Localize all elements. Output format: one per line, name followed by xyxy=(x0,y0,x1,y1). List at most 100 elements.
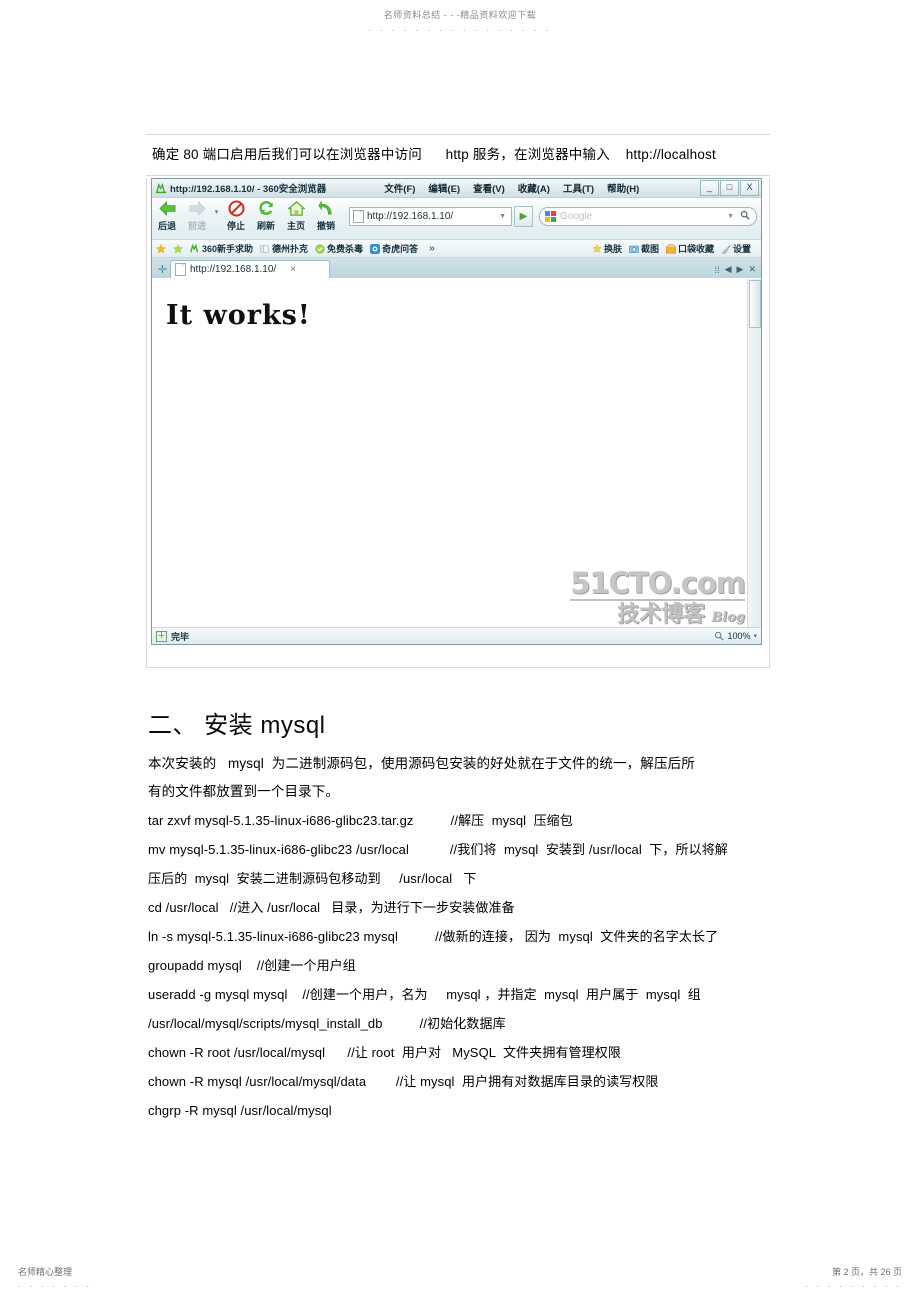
footer-left-text: 名师精心整理 xyxy=(18,1267,73,1277)
bookmarks-right-tools: 换肤 截图 口袋收藏 设置 xyxy=(592,242,761,255)
tab-grid-icon[interactable]: ⁞⁞ xyxy=(715,265,720,275)
search-input[interactable]: Google xyxy=(560,211,727,222)
stop-button-label: 停止 xyxy=(226,221,245,231)
footer-right-dots: . . . . . . . . . xyxy=(805,1279,902,1289)
page-heading-it-works: It works! xyxy=(166,300,311,331)
tab-page-icon xyxy=(175,263,186,276)
bookmark-360-newbie-help[interactable]: 360新手求助 xyxy=(190,242,253,255)
maximize-button[interactable]: □ xyxy=(720,180,739,196)
browser-title-bar: http://192.168.1.10/ - 360安全浏览器 文件(F) 编辑… xyxy=(152,179,761,198)
zoom-caret-icon[interactable]: ▾ xyxy=(753,632,757,640)
refresh-button[interactable]: 刷新 xyxy=(251,199,281,232)
tab-close-icon[interactable]: × xyxy=(290,264,296,275)
skin-label: 换肤 xyxy=(603,244,622,254)
header-watermark-text: 名师资料总结 - - -精品资料欢迎下载 xyxy=(383,10,537,20)
tab-prev-icon[interactable]: ◀ xyxy=(725,264,732,275)
search-icon[interactable] xyxy=(740,210,756,223)
tab-close-all-icon[interactable]: ✕ xyxy=(748,264,756,275)
browser-window-title: http://192.168.1.10/ - 360安全浏览器 xyxy=(170,184,327,195)
command-line: useradd -g mysql mysql //创建一个用户，名为 mysql… xyxy=(148,987,701,1002)
pocket-favorites-button[interactable]: 口袋收藏 xyxy=(666,242,714,255)
command-line: mv mysql-5.1.35-linux-i686-glibc23 /usr/… xyxy=(148,842,728,886)
forward-arrow-icon xyxy=(182,200,212,220)
menu-item-tools[interactable]: 工具(T) xyxy=(563,181,594,195)
watermark-blog-text: Blog xyxy=(711,610,745,625)
zoom-level[interactable]: 100% xyxy=(727,631,750,641)
bookmark-star-green[interactable] xyxy=(173,243,183,254)
undo-icon xyxy=(311,200,341,220)
forward-button-label: 前进 xyxy=(187,221,206,231)
tab-next-icon[interactable]: ▶ xyxy=(737,264,744,275)
settings-label: 设置 xyxy=(732,244,751,254)
command-line: chown -R mysql /usr/local/mysql/data //让… xyxy=(148,1074,659,1089)
bookmark-free-antivirus[interactable]: 免费杀毒 xyxy=(315,242,363,255)
footer-left: 名师精心整理 . . . . . . . xyxy=(18,1265,92,1289)
bookmark-label: 360新手求助 xyxy=(202,244,254,254)
bookmarks-bar: 360新手求助 德州扑克 免费杀毒 奇虎问答 » 换肤 截图 口袋收藏 设置 xyxy=(152,240,761,258)
bookmark-label: 免费杀毒 xyxy=(327,244,364,254)
back-arrow-icon xyxy=(152,200,182,220)
home-button[interactable]: 主页 xyxy=(281,199,311,232)
back-button[interactable]: 后退 xyxy=(152,199,182,232)
menu-item-edit[interactable]: 编辑(E) xyxy=(428,181,460,195)
address-bar[interactable]: http://192.168.1.10/ ▼ xyxy=(349,207,512,226)
star-gold-icon xyxy=(156,243,166,253)
menu-item-help[interactable]: 帮助(H) xyxy=(607,181,639,195)
bookmarks-overflow-icon[interactable]: » xyxy=(429,243,435,254)
address-bar-value[interactable]: http://192.168.1.10/ xyxy=(367,211,494,222)
screenshot-icon xyxy=(629,245,639,253)
history-dropdown-caret-icon[interactable]: ▾ xyxy=(212,199,221,216)
window-controls[interactable]: _ □ X xyxy=(699,180,759,196)
viewport-scrollbar[interactable] xyxy=(747,279,761,627)
360-icon xyxy=(190,243,199,253)
minimize-button[interactable]: _ xyxy=(700,180,719,196)
google-logo-icon xyxy=(545,211,556,222)
screenshot-button[interactable]: 截图 xyxy=(629,242,659,255)
search-box[interactable]: Google ▼ xyxy=(539,207,757,226)
pocket-label: 口袋收藏 xyxy=(677,244,714,254)
bookmark-star-gold[interactable] xyxy=(156,243,166,254)
stop-icon xyxy=(221,200,251,220)
command-line: /usr/local/mysql/scripts/mysql_install_d… xyxy=(148,1016,506,1031)
refresh-icon xyxy=(251,200,281,220)
command-line: groupadd mysql //创建一个用户组 xyxy=(148,958,356,973)
menu-item-favorites[interactable]: 收藏(A) xyxy=(518,181,550,195)
browser-tab[interactable]: http://192.168.1.10/ × xyxy=(170,260,330,278)
command-line: tar zxvf mysql-5.1.35-linux-i686-glibc23… xyxy=(148,813,573,828)
figure-bottom-spacer xyxy=(146,645,770,668)
go-button[interactable]: ▶ xyxy=(514,206,533,227)
browser-menu-bar[interactable]: 文件(F) 编辑(E) 查看(V) 收藏(A) 工具(T) 帮助(H) xyxy=(384,181,699,195)
bookmark-label: 奇虎问答 xyxy=(382,244,419,254)
watermark-main-text: 51CTO.com xyxy=(570,566,746,600)
header-watermark-dots: . . . . . . . . . . . . . . . . xyxy=(368,23,552,33)
command-line: ln -s mysql-5.1.35-linux-i686-glibc23 my… xyxy=(148,929,719,944)
screenshot-label: 截图 xyxy=(640,244,659,254)
search-engine-dropdown-icon[interactable]: ▼ xyxy=(727,213,740,220)
bookmark-qihoo-qa[interactable]: 奇虎问答 xyxy=(370,242,418,255)
close-button[interactable]: X xyxy=(740,180,759,196)
menu-item-view[interactable]: 查看(V) xyxy=(473,181,505,195)
new-tab-button[interactable]: ✛ xyxy=(155,263,170,278)
address-dropdown-icon[interactable]: ▼ xyxy=(494,213,511,220)
command-line: chown -R root /usr/local/mysql //让 root … xyxy=(148,1045,621,1060)
poker-icon xyxy=(260,244,270,253)
pocket-icon xyxy=(666,244,676,253)
qihoo-icon xyxy=(370,243,380,254)
bookmark-texas-poker[interactable]: 德州扑克 xyxy=(260,242,308,255)
browser-favicon-icon xyxy=(156,182,167,193)
page-done-icon: ＋ xyxy=(156,630,167,642)
skin-button[interactable]: 换肤 xyxy=(592,242,622,255)
settings-button[interactable]: 设置 xyxy=(721,242,751,255)
browser-viewport: It works! 51CTO.com 技术博客 Blog xyxy=(152,278,761,627)
watermark-sub-text: 技术博客 xyxy=(617,601,706,626)
section-heading: 二、 安装 mysql xyxy=(148,712,326,739)
stop-button[interactable]: 停止 xyxy=(221,199,251,232)
undo-button[interactable]: 撤销 xyxy=(311,199,341,232)
intro-paragraph: 确定 80 端口启用后我们可以在浏览器中访问 http 服务，在浏览器中输入 h… xyxy=(146,134,770,176)
forward-button[interactable]: 前进 xyxy=(182,199,212,232)
home-icon xyxy=(281,200,311,220)
scrollbar-thumb[interactable] xyxy=(749,280,761,328)
menu-item-file[interactable]: 文件(F) xyxy=(384,181,415,195)
zoom-control[interactable]: 100% ▾ xyxy=(714,631,757,641)
footer-left-dots: . . . . . . . xyxy=(18,1279,93,1289)
